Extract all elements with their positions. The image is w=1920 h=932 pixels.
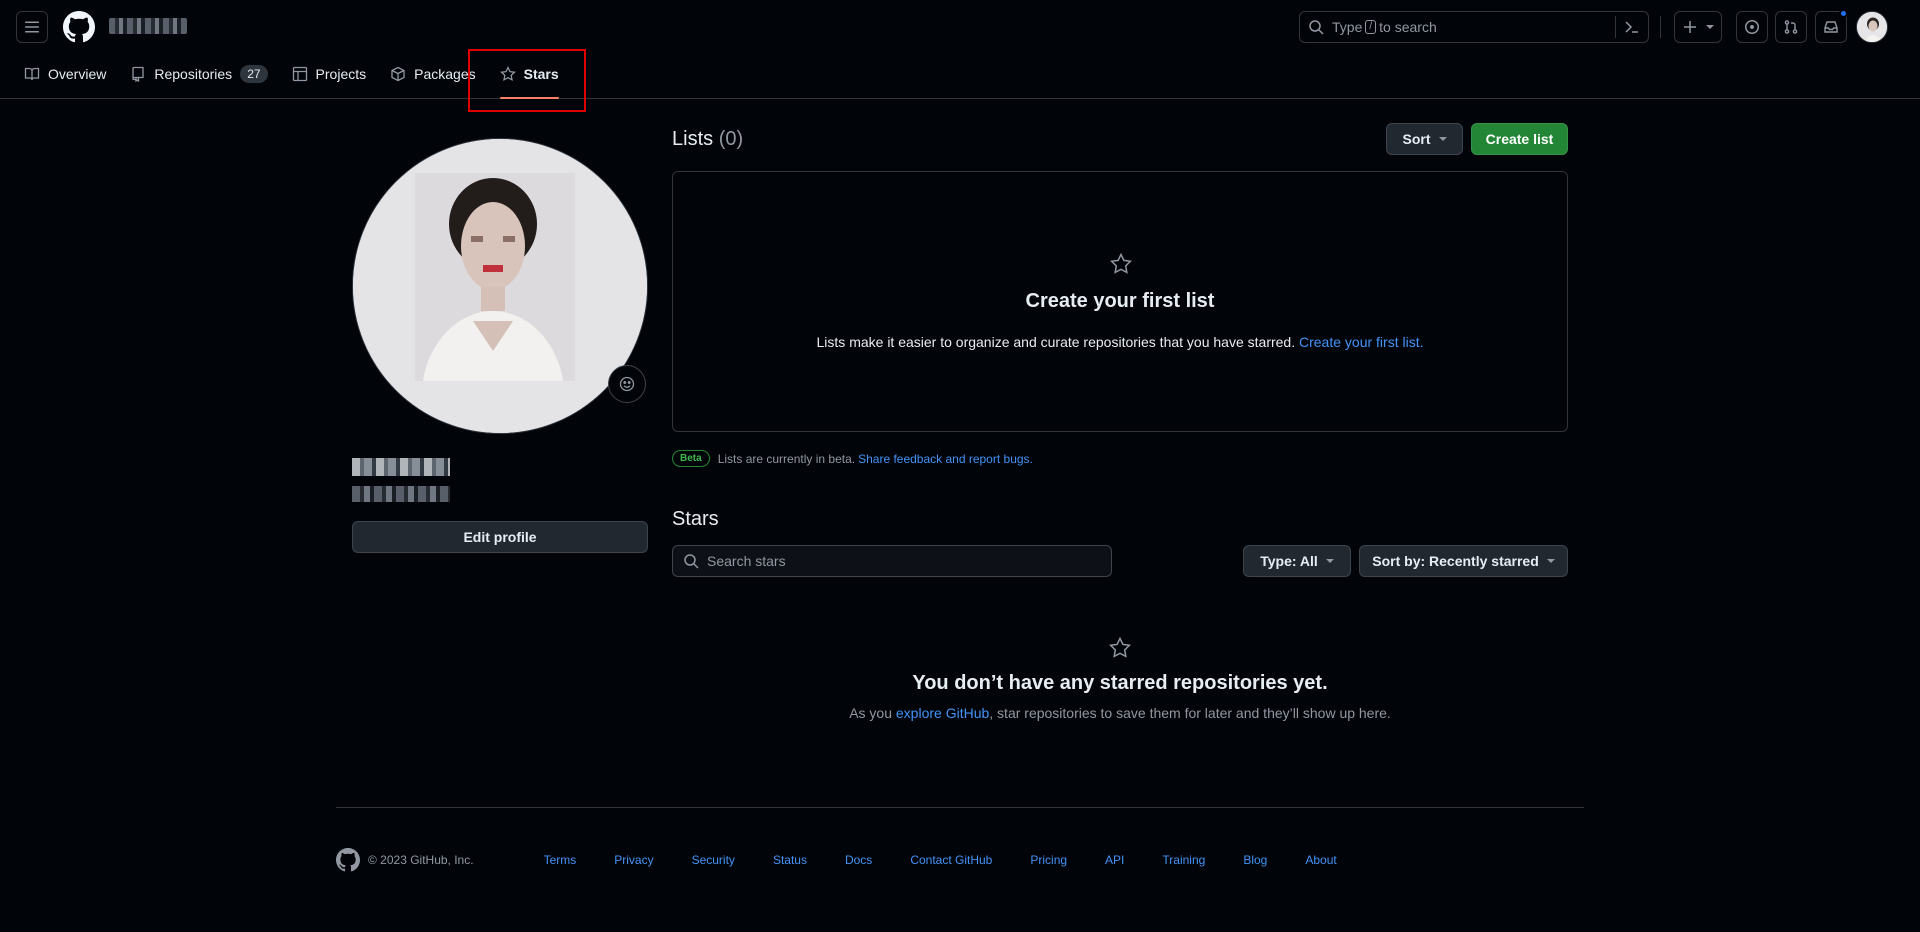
footer-link-privacy[interactable]: Privacy — [614, 853, 653, 867]
stars-search-field[interactable] — [672, 545, 1112, 577]
footer-link-security[interactable]: Security — [692, 853, 735, 867]
stars-tab-highlight-box — [468, 49, 586, 112]
profile-photo-icon — [353, 139, 647, 433]
github-mark-icon[interactable] — [336, 848, 360, 872]
stars-empty-title: You don’t have any starred repositories … — [912, 672, 1328, 694]
lists-beta-notice: Beta Lists are currently in beta. Share … — [672, 450, 1033, 467]
lists-sort-label: Sort — [1402, 131, 1431, 147]
search-divider — [1615, 16, 1616, 38]
repositories-count-badge: 27 — [240, 65, 268, 83]
sort-by-button[interactable]: Sort by: Recently starred — [1359, 545, 1568, 577]
share-feedback-link[interactable]: Share feedback and report bugs. — [858, 452, 1033, 466]
repo-icon — [132, 66, 145, 82]
hamburger-icon — [25, 21, 39, 33]
lists-blank-title: Create your first list — [1025, 290, 1215, 312]
footer-link-training[interactable]: Training — [1162, 853, 1205, 867]
pull-requests-button[interactable] — [1775, 11, 1807, 43]
lists-blankslate: Create your first list Lists make it eas… — [672, 171, 1568, 432]
search-icon — [684, 554, 699, 569]
stars-blankslate: You don’t have any starred repositories … — [672, 636, 1568, 721]
type-filter-button[interactable]: Type: All — [1243, 545, 1351, 577]
chevron-down-icon — [1325, 559, 1334, 563]
footer-link-about[interactable]: About — [1305, 853, 1336, 867]
search-icon — [1309, 20, 1324, 35]
inbox-icon — [1824, 21, 1838, 33]
top-header: Type / to search Overview Repositories 2… — [0, 0, 1920, 99]
tab-repositories[interactable]: Repositories 27 — [122, 57, 275, 91]
create-list-button[interactable]: Create list — [1471, 123, 1568, 155]
footer-divider — [336, 807, 1584, 808]
stars-heading: Stars — [672, 508, 719, 530]
lists-sort-button[interactable]: Sort — [1386, 123, 1463, 155]
search-placeholder-prefix: Type — [1332, 19, 1363, 35]
lists-title: Lists — [672, 128, 714, 150]
create-first-list-link[interactable]: Create your first list. — [1299, 334, 1423, 350]
issue-opened-icon — [1745, 20, 1759, 34]
lists-heading: Lists (0) — [672, 128, 743, 151]
sort-by-label: Sort by: Recently starred — [1372, 553, 1539, 569]
footer-link-terms[interactable]: Terms — [544, 853, 577, 867]
footer-link-docs[interactable]: Docs — [845, 853, 872, 867]
footer-link-api[interactable]: API — [1105, 853, 1124, 867]
search-shortcut-key: / — [1365, 20, 1377, 34]
star-icon — [1109, 252, 1133, 274]
profile-username-pixelated — [352, 486, 450, 502]
footer-link-blog[interactable]: Blog — [1243, 853, 1267, 867]
lists-blank-description: Lists make it easier to organize and cur… — [673, 334, 1567, 350]
footer-copyright: © 2023 GitHub, Inc. — [336, 848, 474, 872]
smiley-icon — [619, 376, 635, 392]
github-logo-icon[interactable] — [63, 11, 95, 43]
tab-overview-label: Overview — [48, 66, 107, 82]
search-placeholder-suffix: to search — [1379, 19, 1437, 35]
header-divider — [1660, 16, 1661, 38]
stars-empty-text-pre: As you — [849, 705, 892, 721]
username-pixelated[interactable] — [109, 18, 187, 34]
lists-count: (0) — [718, 128, 744, 150]
footer-links: Terms Privacy Security Status Docs Conta… — [544, 853, 1337, 867]
copyright-text: © 2023 GitHub, Inc. — [368, 853, 474, 867]
tab-projects[interactable]: Projects — [284, 57, 375, 91]
lists-blank-text: Lists make it easier to organize and cur… — [816, 334, 1296, 350]
git-pull-request-icon — [1784, 20, 1798, 34]
tab-repositories-label: Repositories — [154, 66, 233, 82]
package-icon — [391, 66, 405, 82]
type-filter-label: Type: All — [1260, 553, 1318, 569]
tab-overview[interactable]: Overview — [16, 57, 114, 91]
set-status-button[interactable] — [608, 365, 646, 403]
avatar-image-icon — [1857, 12, 1887, 42]
issues-button[interactable] — [1736, 11, 1768, 43]
stars-empty-text-post: , star repositories to save them for lat… — [989, 705, 1391, 721]
beta-text: Lists are currently in beta. — [717, 451, 856, 466]
notification-dot — [1839, 9, 1848, 18]
chevron-down-icon — [1546, 559, 1555, 563]
footer-link-status[interactable]: Status — [773, 853, 807, 867]
page-footer: © 2023 GitHub, Inc. Terms Privacy Securi… — [336, 848, 1337, 872]
footer-link-pricing[interactable]: Pricing — [1030, 853, 1067, 867]
user-avatar-menu[interactable] — [1856, 11, 1888, 43]
explore-github-link[interactable]: explore GitHub — [896, 705, 989, 721]
hamburger-menu-button[interactable] — [16, 11, 48, 43]
global-search-input[interactable]: Type / to search — [1299, 11, 1649, 43]
star-icon — [1108, 636, 1132, 658]
beta-badge: Beta — [672, 450, 710, 467]
table-icon — [292, 66, 307, 82]
footer-link-contact[interactable]: Contact GitHub — [910, 853, 992, 867]
profile-name-pixelated — [352, 458, 450, 476]
plus-icon — [1684, 21, 1696, 33]
tab-projects-label: Projects — [315, 66, 367, 82]
command-palette-icon[interactable] — [1624, 19, 1640, 35]
tab-packages-label: Packages — [414, 66, 476, 82]
chevron-down-icon — [1706, 25, 1714, 29]
chevron-down-icon — [1438, 137, 1447, 141]
stars-search-input[interactable] — [707, 553, 1087, 569]
profile-avatar[interactable] — [352, 138, 648, 434]
book-icon — [24, 67, 40, 81]
stars-empty-description: As you explore GitHub, star repositories… — [672, 705, 1568, 721]
create-new-button[interactable] — [1674, 11, 1722, 43]
edit-profile-button[interactable]: Edit profile — [352, 521, 648, 553]
